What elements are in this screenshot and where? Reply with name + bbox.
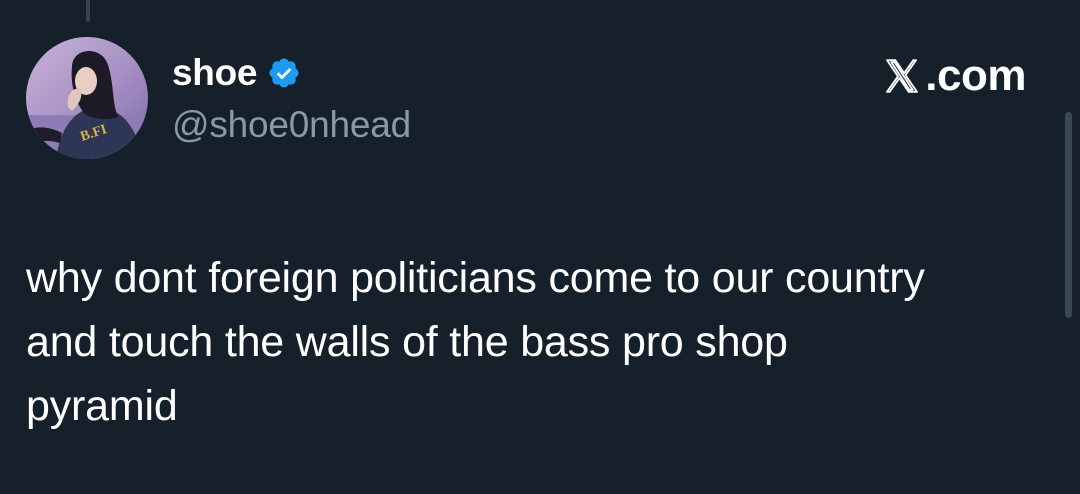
verified-badge-icon — [267, 56, 301, 90]
scrollbar[interactable] — [1065, 112, 1072, 318]
author-name-row[interactable]: shoe — [172, 51, 301, 95]
thread-connector-line — [86, 0, 90, 22]
author-handle[interactable]: @shoe0nhead — [172, 104, 411, 146]
tweet-text: why dont foreign politicians come to our… — [26, 254, 925, 430]
x-logo-icon — [886, 59, 919, 93]
avatar-image: B.FI — [26, 37, 148, 159]
brand-logo: .com — [882, 51, 1026, 101]
author-display-name[interactable]: shoe — [172, 52, 257, 94]
avatar[interactable]: B.FI — [26, 37, 148, 159]
brand-label: .com — [925, 51, 1026, 100]
